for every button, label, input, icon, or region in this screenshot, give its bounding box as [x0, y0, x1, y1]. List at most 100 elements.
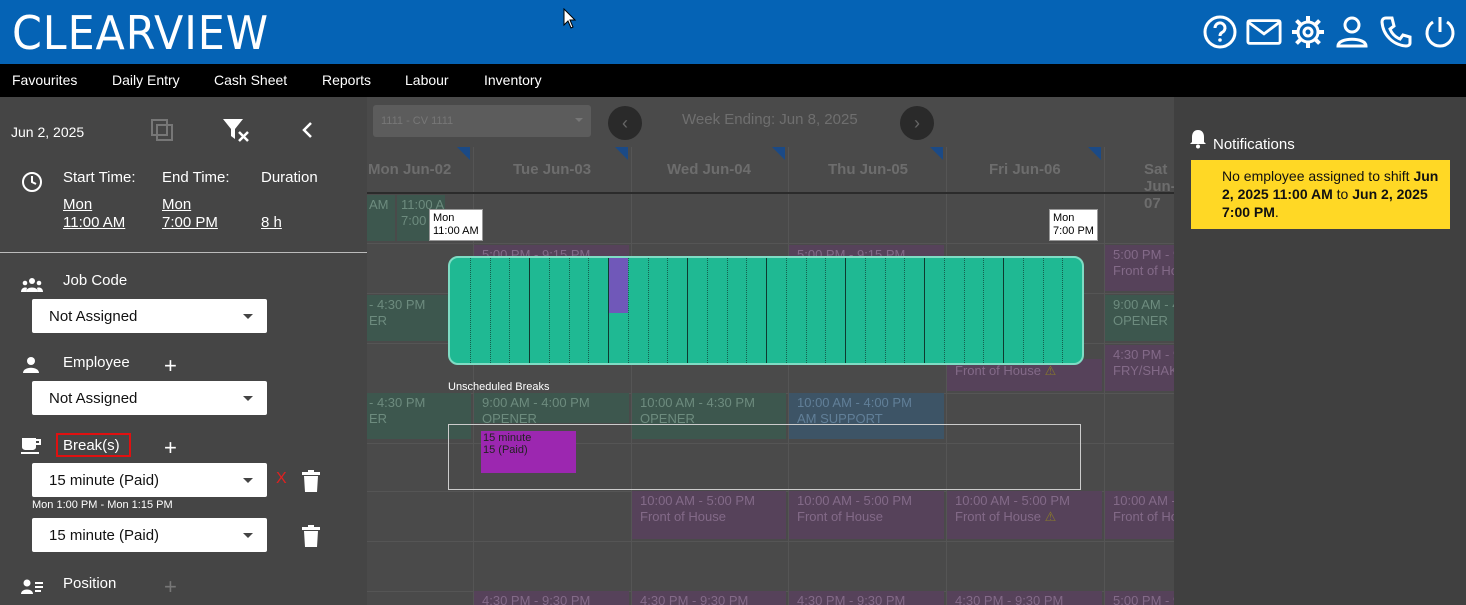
day-header-tue[interactable]: Tue Jun-03 [513, 161, 591, 178]
break-1-select[interactable]: 15 minute (Paid) [32, 463, 267, 497]
timeline-slot-line [924, 258, 925, 363]
timeline-slot-line [687, 258, 688, 363]
copy-icon[interactable] [150, 118, 174, 147]
coffee-icon [21, 437, 43, 460]
unscheduled-breaks-area[interactable]: 15 minute 15 (Paid) [448, 424, 1081, 490]
timeline-slot-line [667, 258, 668, 363]
power-icon[interactable] [1422, 12, 1458, 52]
employee-select[interactable]: Not Assigned [32, 381, 267, 415]
timeline-slot-line [509, 258, 510, 363]
day-header-fri[interactable]: Fri Jun-06 [989, 161, 1061, 178]
phone-icon[interactable] [1378, 12, 1414, 52]
add-break-button[interactable]: + [164, 437, 177, 459]
timeline-slot-line [825, 258, 826, 363]
shift-block[interactable]: 10:00 AM - 5:00 PM Front of House ⚠ [947, 491, 1102, 539]
timeline-end-day: Mon [1053, 212, 1075, 224]
collapse-chevron-icon[interactable] [300, 121, 314, 144]
next-week-button[interactable]: › [900, 106, 934, 140]
timeline-slot-line [964, 258, 965, 363]
shift-block[interactable]: 4:30 PM - 9:30 PM [789, 591, 944, 605]
menu-labour[interactable]: Labour [405, 72, 449, 88]
scheduled-break-marker[interactable] [608, 258, 628, 313]
start-time-link[interactable]: Mon 11:00 AM [63, 196, 125, 232]
clear-filter-icon[interactable] [222, 117, 250, 148]
end-time-link[interactable]: Mon 7:00 PM [162, 196, 218, 232]
timeline-slot-line [1043, 258, 1044, 363]
shift-time: 10:00 AM - 5:00 PM [797, 493, 912, 508]
shift-block[interactable]: 5:00 PM - 9:30 PM [1105, 591, 1174, 605]
add-employee-button[interactable]: + [164, 355, 177, 377]
notification-to: to [1336, 186, 1349, 202]
shift-block[interactable]: AM [367, 195, 395, 241]
menu-daily-entry[interactable]: Daily Entry [112, 72, 180, 88]
trash-icon[interactable] [302, 470, 320, 497]
shift-time: 10:00 AM - 4:00 PM [797, 395, 912, 410]
shift-time: 4:30 PM - 9:30 PM [797, 593, 906, 605]
break-2-select[interactable]: 15 minute (Paid) [32, 518, 267, 552]
break-1-remove-button[interactable]: X [276, 470, 287, 488]
shift-block[interactable]: 4:30 PM - 9:30 PMFRY/SHAKE [1105, 345, 1174, 391]
day-header-wed[interactable]: Wed Jun-04 [667, 161, 751, 178]
dropdown-caret-icon [243, 396, 253, 401]
shift-time: 5:00 PM - 9:30 PM [1113, 593, 1174, 605]
timeline-slot-line [766, 258, 767, 363]
notification-card[interactable]: No employee assigned to shift Jun 2, 202… [1191, 160, 1450, 229]
shift-time: 9:00 AM - 4:00 PM [482, 395, 590, 410]
position-label: Position [63, 575, 117, 592]
timeline-slot-line [806, 258, 807, 363]
shift-time: 4:30 PM - 9:30 PM [482, 593, 591, 605]
shift-time: 4:30 PM - 9:30 PM [1113, 347, 1174, 362]
day-header-mon[interactable]: Mon Jun-02 [368, 161, 451, 178]
menu-reports[interactable]: Reports [322, 72, 371, 88]
job-code-label: Job Code [63, 272, 128, 289]
day-header-sat[interactable]: Sat Jun-07 [1144, 161, 1174, 212]
shift-block[interactable]: 9:00 AM - 4:00 PMOPENER [1105, 295, 1174, 341]
menu-inventory[interactable]: Inventory [484, 72, 542, 88]
dropdown-caret-icon [243, 478, 253, 483]
duration-link[interactable]: 8 h [261, 214, 282, 232]
job-code-select[interactable]: Not Assigned [32, 299, 267, 333]
mouse-cursor-icon [563, 7, 577, 35]
trash-icon[interactable] [302, 525, 320, 552]
help-icon[interactable] [1202, 12, 1238, 52]
user-icon[interactable] [1334, 12, 1370, 52]
timeline-slot-line [490, 258, 491, 363]
settings-icon[interactable] [1290, 12, 1326, 52]
grid-line [367, 243, 1174, 244]
location-select[interactable]: 1111 - CV 1111 [373, 105, 591, 137]
break-timeline[interactable] [448, 256, 1084, 365]
shift-role: OPENER [482, 411, 537, 423]
start-time: 11:00 AM [63, 214, 126, 231]
break-chip-detail: 15 (Paid) [483, 444, 528, 456]
timeline-slot-line [588, 258, 589, 363]
end-time: 7:00 PM [162, 214, 218, 231]
corner-marker-icon [1088, 147, 1101, 160]
prev-week-button[interactable]: ‹ [608, 106, 642, 140]
shift-time: 10:00 AM - 5:00 PM [955, 493, 1070, 508]
menu-cash-sheet[interactable]: Cash Sheet [214, 72, 287, 88]
shift-block[interactable]: 9:00 AM - 4:00 PMOPENER [474, 393, 629, 423]
break-2-value: 15 minute (Paid) [49, 527, 160, 544]
timeline-slot-line [1003, 258, 1004, 363]
timeline-slot-line [549, 258, 550, 363]
menu-favourites[interactable]: Favourites [12, 72, 77, 88]
unscheduled-breaks-label: Unscheduled Breaks [448, 381, 550, 393]
add-position-button[interactable]: + [164, 576, 177, 598]
shift-block[interactable]: 10:00 AM - 5:00 PMFront of House [789, 491, 944, 539]
mail-icon[interactable] [1246, 12, 1282, 52]
timeline-slot-line [569, 258, 570, 363]
timeline-slot-line [983, 258, 984, 363]
notification-text: No employee assigned to shift [1222, 168, 1410, 184]
shift-block[interactable]: 10:00 AM - 5:00 PMFront of House [1105, 491, 1174, 539]
shift-block[interactable]: 4:30 PM - 9:30 PM [474, 591, 629, 605]
shift-block[interactable]: 10:00 AM - 5:00 PMFront of House [632, 491, 786, 539]
unscheduled-break-chip[interactable]: 15 minute 15 (Paid) [481, 431, 576, 473]
shift-block[interactable]: 4:30 PM - 9:30 PM [947, 591, 1102, 605]
shift-block[interactable]: 4:30 PM - 9:30 PM [632, 591, 786, 605]
notification-period: . [1274, 204, 1279, 220]
breaks-label: Break(s) [56, 433, 131, 457]
day-header-thu[interactable]: Thu Jun-05 [828, 161, 908, 178]
shift-block[interactable]: 5:00 PM - 9:15 PMFront of House [1105, 245, 1174, 291]
warning-icon: ⚠ [1044, 509, 1057, 524]
dropdown-caret-icon [243, 314, 253, 319]
